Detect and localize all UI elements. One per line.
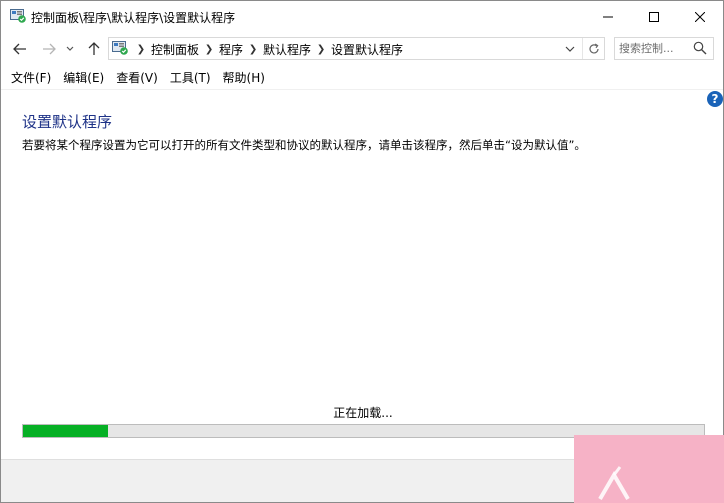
page-title: 设置默认程序 [22,113,113,131]
watermark-logo-icon [598,466,630,501]
breadcrumb-item-default-programs[interactable]: 默认程序 [261,41,313,58]
progress-fill [23,425,109,437]
refresh-icon [588,43,599,53]
menu-edit[interactable]: 编辑(E) [57,66,110,88]
maximize-icon [649,11,659,22]
title-bar: 控制面板\程序\默认程序\设置默认程序 [1,1,723,32]
control-panel-icon [112,41,128,55]
watermark [574,435,724,503]
menu-file[interactable]: 文件(F) [5,66,57,88]
minimize-icon [603,16,613,17]
up-button[interactable] [84,39,104,59]
arrow-up-icon [88,42,100,55]
breadcrumb-separator-icon[interactable]: ❯ [245,44,261,55]
navigation-bar: ❯ 控制面板 ❯ 程序 ❯ 默认程序 ❯ 设置默认程序 [1,32,723,65]
search-box[interactable] [614,37,714,60]
maximize-button[interactable] [631,1,677,32]
search-input[interactable] [619,40,691,57]
address-bar[interactable]: ❯ 控制面板 ❯ 程序 ❯ 默认程序 ❯ 设置默认程序 [108,37,605,60]
chevron-down-icon [66,46,74,51]
menu-view[interactable]: 查看(V) [110,66,164,88]
arrow-right-icon [43,43,56,55]
menu-help[interactable]: 帮助(H) [217,66,271,88]
menu-tools[interactable]: 工具(T) [164,66,217,88]
breadcrumb-separator-icon[interactable]: ❯ [313,44,329,55]
arrow-left-icon [13,43,26,55]
close-icon [695,11,705,22]
breadcrumb-item-set-default-programs[interactable]: 设置默认程序 [329,41,405,58]
control-panel-icon [10,9,26,23]
back-button[interactable] [10,39,30,59]
window-title: 控制面板\程序\默认程序\设置默认程序 [31,11,236,25]
breadcrumb-item-control-panel[interactable]: 控制面板 [149,41,201,58]
breadcrumb-separator-icon[interactable]: ❯ [133,44,149,55]
close-button[interactable] [677,1,723,32]
menu-bar: 文件(F) 编辑(E) 查看(V) 工具(T) 帮助(H) [1,65,723,90]
search-icon[interactable] [693,41,709,57]
breadcrumb-separator-icon[interactable]: ❯ [201,44,217,55]
window: 控制面板\程序\默认程序\设置默认程序 ❯ 控制面板 ❯ 程序 ❯ 默认程序 ❯… [0,0,724,503]
recent-locations-button[interactable] [63,39,77,59]
chevron-down-icon [565,46,575,52]
page-description: 若要将某个程序设置为它可以打开的所有文件类型和协议的默认程序，请单击该程序，然后… [22,138,586,152]
forward-button[interactable] [39,39,59,59]
refresh-button[interactable] [582,38,604,59]
address-dropdown-button[interactable] [562,40,578,57]
breadcrumb: ❯ 控制面板 ❯ 程序 ❯ 默认程序 ❯ 设置默认程序 [133,41,405,57]
loading-text: 正在加载... [333,406,393,420]
breadcrumb-item-programs[interactable]: 程序 [217,41,245,58]
minimize-button[interactable] [585,1,631,32]
main-content: 设置默认程序 若要将某个程序设置为它可以打开的所有文件类型和协议的默认程序，请单… [1,90,723,459]
